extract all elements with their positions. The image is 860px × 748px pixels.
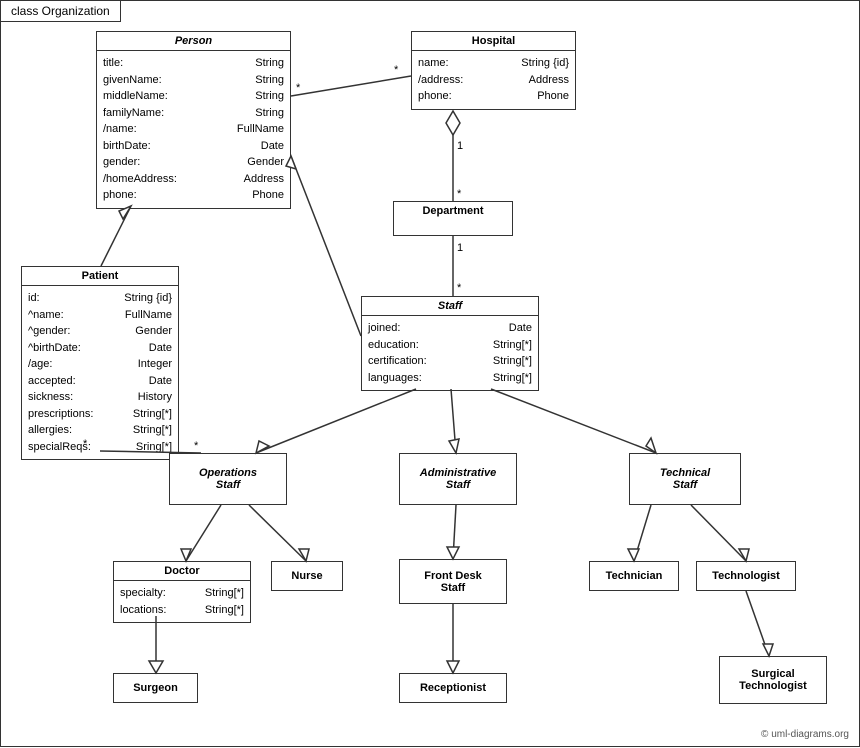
patient-body: id:String {id} ^name:FullName ^gender:Ge… (22, 286, 178, 459)
technical-staff-class: TechnicalStaff (629, 453, 741, 505)
patient-header: Patient (22, 267, 178, 286)
surgical-technologist-header: SurgicalTechnologist (720, 665, 826, 695)
receptionist-header: Receptionist (400, 679, 506, 697)
technical-staff-header: TechnicalStaff (630, 464, 740, 494)
person-class: Person title:String givenName:String mid… (96, 31, 291, 209)
person-header: Person (97, 32, 290, 51)
staff-class: Staff joined:Date education:String[*] ce… (361, 296, 539, 391)
copyright: © uml-diagrams.org (761, 729, 849, 740)
surgical-technologist-class: SurgicalTechnologist (719, 656, 827, 704)
hospital-header: Hospital (412, 32, 575, 51)
administrative-staff-header: AdministrativeStaff (400, 464, 516, 494)
diagram-title: class Organization (1, 1, 121, 22)
doctor-class: Doctor specialty:String[*] locations:Str… (113, 561, 251, 623)
front-desk-staff-header: Front DeskStaff (400, 567, 506, 597)
svg-text:*: * (194, 440, 199, 452)
doctor-header: Doctor (114, 562, 250, 581)
svg-text:1: 1 (457, 242, 463, 254)
department-header: Department (394, 202, 512, 220)
staff-body: joined:Date education:String[*] certific… (362, 316, 538, 390)
technologist-class: Technologist (696, 561, 796, 591)
technician-class: Technician (589, 561, 679, 591)
front-desk-staff-class: Front DeskStaff (399, 559, 507, 604)
surgeon-class: Surgeon (113, 673, 198, 703)
nurse-header: Nurse (272, 567, 342, 585)
svg-text:*: * (296, 82, 301, 94)
technologist-header: Technologist (697, 567, 795, 585)
nurse-class: Nurse (271, 561, 343, 591)
operations-staff-class: OperationsStaff (169, 453, 287, 505)
staff-header: Staff (362, 297, 538, 316)
receptionist-class: Receptionist (399, 673, 507, 703)
operations-staff-header: OperationsStaff (170, 464, 286, 494)
doctor-body: specialty:String[*] locations:String[*] (114, 581, 250, 622)
surgeon-header: Surgeon (114, 679, 197, 697)
hospital-body: name:String {id} /address:Address phone:… (412, 51, 575, 109)
technician-header: Technician (590, 567, 678, 585)
svg-text:*: * (457, 188, 462, 200)
administrative-staff-class: AdministrativeStaff (399, 453, 517, 505)
diagram-container: class Organization Person title:String g… (0, 0, 860, 747)
svg-text:*: * (394, 64, 399, 76)
patient-class: Patient id:String {id} ^name:FullName ^g… (21, 266, 179, 460)
hospital-class: Hospital name:String {id} /address:Addre… (411, 31, 576, 110)
svg-text:1: 1 (457, 140, 463, 152)
svg-text:*: * (457, 282, 462, 294)
department-class: Department (393, 201, 513, 236)
person-body: title:String givenName:String middleName… (97, 51, 290, 208)
